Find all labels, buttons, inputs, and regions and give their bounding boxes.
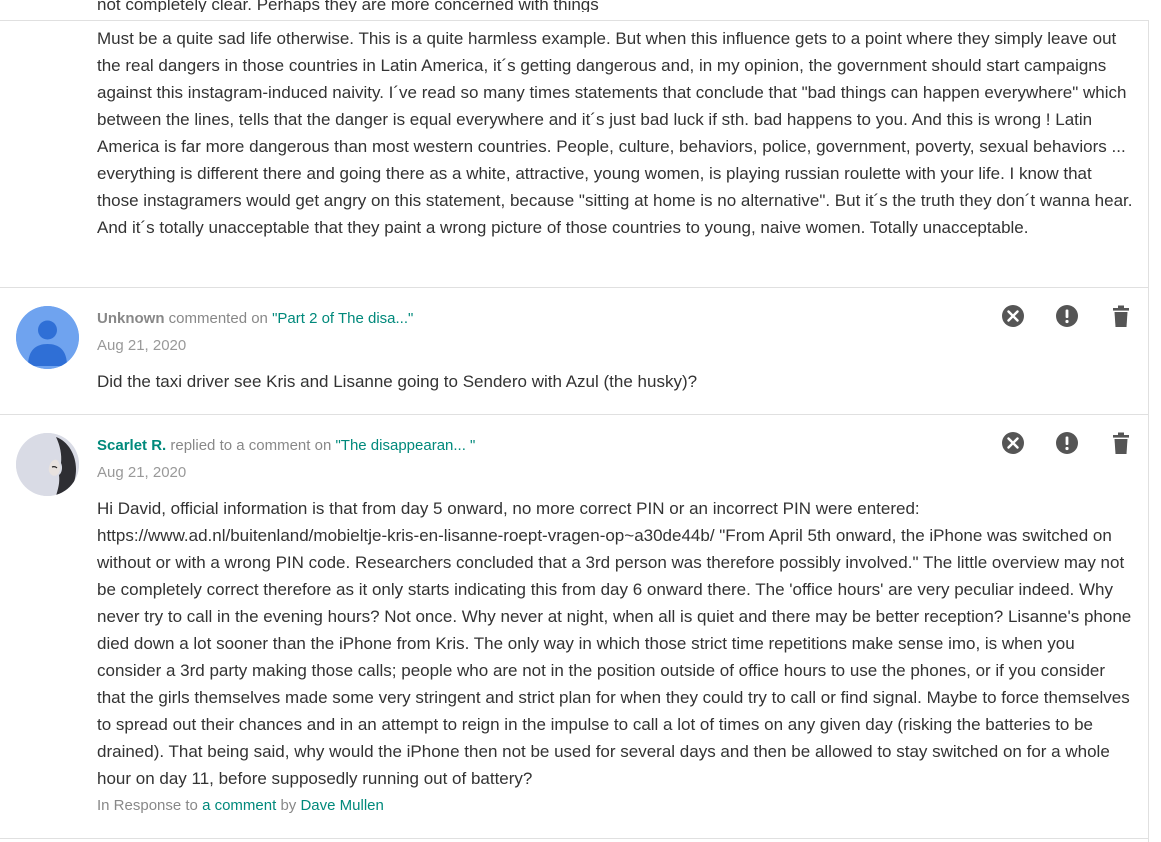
comment-actions: [1000, 430, 1135, 456]
response-author-link[interactable]: Dave Mullen: [300, 797, 383, 814]
remove-icon[interactable]: [1000, 303, 1026, 329]
clipped-previous-text: not completely clear. Perhaps they are m…: [97, 0, 599, 12]
comment-action: commented on: [164, 310, 273, 327]
comment-body: Did the taxi driver see Kris and Lisanne…: [97, 372, 698, 391]
comment-date[interactable]: Aug 21, 2020: [97, 463, 186, 483]
in-response-to: In Response to a comment by Dave Mullen: [97, 796, 384, 816]
comment-author[interactable]: Scarlet R.: [97, 437, 166, 454]
comment-author: Unknown: [97, 310, 165, 327]
comment-divider: [0, 414, 1148, 415]
comment-meta: Unknown commented on "Part 2 of The disa…: [97, 309, 413, 329]
spam-icon[interactable]: [1054, 303, 1080, 329]
delete-icon[interactable]: [1108, 303, 1134, 329]
comment-actions: [1000, 303, 1135, 329]
response-prefix: In Response to: [97, 797, 203, 814]
comment-action: replied to a comment on: [166, 437, 336, 454]
spam-icon[interactable]: [1054, 430, 1080, 456]
default-user-icon: [16, 306, 79, 369]
user-photo-icon: [16, 433, 79, 496]
comment-divider: [0, 838, 1148, 839]
comment-body: Must be a quite sad life otherwise. This…: [97, 29, 1133, 237]
comment-date[interactable]: Aug 21, 2020: [97, 336, 186, 356]
remove-icon[interactable]: [1000, 430, 1026, 456]
top-border: [0, 20, 1148, 21]
response-by: by: [276, 797, 301, 814]
avatar[interactable]: [16, 306, 79, 369]
avatar[interactable]: [16, 433, 79, 496]
post-link[interactable]: "The disappearan... ": [335, 437, 475, 454]
comment-divider: [0, 287, 1148, 288]
comment-meta: Scarlet R. replied to a comment on "The …: [97, 436, 475, 456]
post-link[interactable]: "Part 2 of The disa...": [272, 310, 413, 327]
response-comment-link[interactable]: a comment: [202, 797, 276, 814]
comment-body: Hi David, official information is that f…: [97, 499, 1132, 788]
delete-icon[interactable]: [1108, 430, 1134, 456]
right-border: [1148, 20, 1149, 842]
